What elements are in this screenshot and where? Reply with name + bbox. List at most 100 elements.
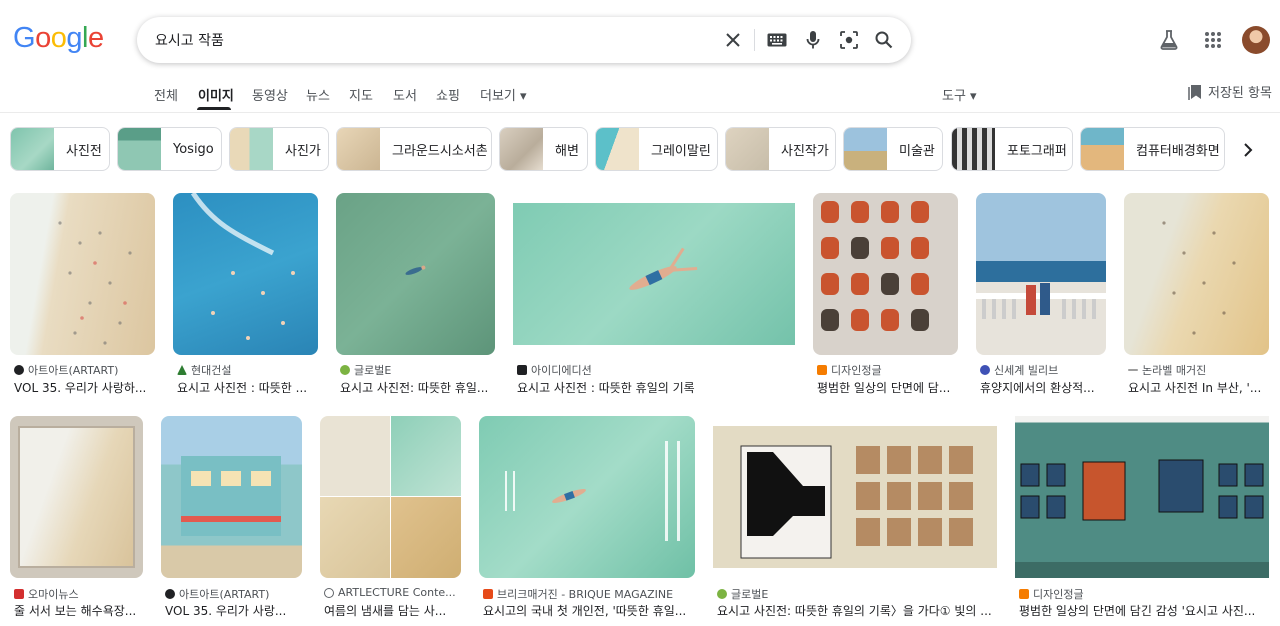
- result-title[interactable]: 줄 서서 보는 해수욕장...: [14, 602, 143, 619]
- result-source[interactable]: 디자인정글: [1019, 586, 1084, 602]
- tab-images[interactable]: 이미지: [198, 85, 234, 104]
- chip-photographer-en[interactable]: 포토그래퍼: [951, 127, 1073, 171]
- result-image-balcony-couple[interactable]: [976, 193, 1106, 355]
- result-source[interactable]: 오마이뉴스: [14, 586, 79, 602]
- result-title[interactable]: 요시고의 국내 첫 개인전, '따뜻한 휴일...: [483, 602, 695, 619]
- result-image-teal-gallery[interactable]: [1015, 416, 1269, 578]
- chip-label: 그라운드시소서촌: [392, 143, 488, 159]
- result-image-colorful-building[interactable]: [161, 416, 302, 578]
- favicon-icon: [717, 589, 727, 599]
- result-title[interactable]: 평범한 일상의 단면에 담...: [817, 379, 958, 396]
- clear-icon[interactable]: [721, 28, 745, 52]
- tab-books[interactable]: 도서: [393, 85, 417, 104]
- chevron-right-icon[interactable]: [1236, 138, 1260, 162]
- chip-wallpaper[interactable]: 컴퓨터배경화면: [1080, 127, 1225, 171]
- image-result[interactable]: 논라벨 매거진 요시고 사진전 In 부산, '...: [1124, 193, 1269, 396]
- result-title[interactable]: 휴양지에서의 환상적...: [980, 379, 1106, 396]
- chip-beach[interactable]: 해변: [499, 127, 588, 171]
- result-source[interactable]: 디자인정글: [817, 362, 882, 378]
- google-logo[interactable]: Google: [13, 22, 104, 55]
- result-title[interactable]: 요시고 사진전: 따뜻한 휴일의 기록〉을 가다① 빛의 ...: [717, 602, 997, 619]
- result-image-swimmer-turquoise[interactable]: [513, 193, 795, 355]
- divider: [0, 112, 1280, 113]
- result-source[interactable]: 아이디에디션: [517, 362, 592, 378]
- image-result[interactable]: 아트아트(ARTART) VOL 35. 우리가 사랑하...: [10, 193, 155, 396]
- image-result[interactable]: 글로벌E 요시고 사진전: 따뜻한 휴일의 기록〉을 가다① 빛의 ...: [713, 416, 997, 621]
- search-input[interactable]: [155, 17, 695, 63]
- image-result[interactable]: 디자인정글 평범한 일상의 단면에 담긴 감성 '요시고 사진...: [1015, 416, 1269, 621]
- search-icon[interactable]: [872, 28, 896, 52]
- source-name: 오마이뉴스: [28, 588, 79, 601]
- result-source[interactable]: 현대건설: [177, 362, 231, 378]
- image-result[interactable]: ARTLECTURE Conte... 여름의 냄새를 담는 사...: [320, 416, 461, 621]
- result-source[interactable]: 아트아트(ARTART): [165, 586, 269, 602]
- chip-thumbnail: [230, 128, 273, 170]
- result-source[interactable]: ARTLECTURE Conte...: [324, 586, 456, 599]
- chip-label: 사진전: [66, 143, 102, 159]
- result-image-sandy-beach[interactable]: [1124, 193, 1269, 355]
- image-result[interactable]: 아트아트(ARTART) VOL 35. 우리가 사랑...: [161, 416, 302, 621]
- image-result[interactable]: 아이디에디션 요시고 사진전 : 따뜻한 휴일의 기록: [513, 193, 795, 396]
- search-tabs: 전체 이미지 동영상 뉴스 지도 도서 쇼핑 더보기 ▾: [0, 80, 1280, 110]
- chip-photographer[interactable]: 사진가: [229, 127, 329, 171]
- avatar[interactable]: [1242, 26, 1270, 54]
- result-image-gallery-wall[interactable]: [713, 416, 997, 578]
- chip-thumbnail: [596, 128, 639, 170]
- result-title[interactable]: VOL 35. 우리가 사랑...: [165, 602, 302, 619]
- result-image-swimmers-waves[interactable]: [173, 193, 318, 355]
- labs-flask-icon[interactable]: [1157, 28, 1181, 52]
- result-source[interactable]: 글로벌E: [717, 586, 768, 602]
- chip-gray-malin[interactable]: 그레이말린: [595, 127, 718, 171]
- microphone-icon[interactable]: [801, 28, 825, 52]
- source-name: 디자인정글: [1033, 588, 1084, 601]
- image-result[interactable]: 글로벌E 요시고 사진전: 따뜻한 휴일...: [336, 193, 495, 396]
- chip-ground-seesaw[interactable]: 그라운드시소서촌: [336, 127, 492, 171]
- result-image-building-facade[interactable]: [813, 193, 958, 355]
- result-title[interactable]: 요시고 사진전 In 부산, '...: [1128, 379, 1269, 396]
- chip-label: 사진작가: [781, 143, 829, 159]
- chip-thumbnail: [500, 128, 543, 170]
- tab-news[interactable]: 뉴스: [306, 85, 330, 104]
- tools-button[interactable]: 도구 ▾: [942, 85, 977, 104]
- result-image-beach-crowd[interactable]: [10, 193, 155, 355]
- image-result[interactable]: 오마이뉴스 줄 서서 보는 해수욕장...: [10, 416, 143, 621]
- result-image-collage[interactable]: [320, 416, 461, 578]
- chip-label: 미술관: [899, 143, 935, 159]
- result-title[interactable]: 요시고 사진전: 따뜻한 휴일...: [340, 379, 495, 396]
- chip-yosigo[interactable]: Yosigo: [117, 127, 222, 171]
- image-result[interactable]: 현대건설 요시고 사진전 : 따뜻한 ...: [173, 193, 318, 396]
- chip-art-museum[interactable]: 미술관: [843, 127, 943, 171]
- tab-videos[interactable]: 동영상: [252, 85, 288, 104]
- chip-label: 해변: [555, 143, 579, 159]
- chip-photo-artist[interactable]: 사진작가: [725, 127, 836, 171]
- image-result[interactable]: 신세계 빌리브 휴양지에서의 환상적...: [976, 193, 1106, 396]
- favicon-icon: [340, 365, 350, 375]
- result-title[interactable]: 요시고 사진전 : 따뜻한 ...: [177, 379, 318, 396]
- result-source[interactable]: 브리크매거진 - BRIQUE MAGAZINE: [483, 586, 673, 602]
- keyboard-icon[interactable]: [765, 28, 789, 52]
- result-source[interactable]: 신세계 빌리브: [980, 362, 1058, 378]
- tab-maps[interactable]: 지도: [349, 85, 373, 104]
- saved-items-button[interactable]: 저장된 항목: [1188, 82, 1272, 101]
- result-source[interactable]: 아트아트(ARTART): [14, 362, 118, 378]
- image-result[interactable]: 브리크매거진 - BRIQUE MAGAZINE 요시고의 국내 첫 개인전, …: [479, 416, 695, 621]
- chip-thumbnail: [844, 128, 887, 170]
- result-source[interactable]: 글로벌E: [340, 362, 391, 378]
- source-name: 아이디에디션: [531, 364, 592, 377]
- tab-all[interactable]: 전체: [154, 85, 178, 104]
- result-title[interactable]: 요시고 사진전 : 따뜻한 휴일의 기록: [517, 379, 795, 396]
- result-title[interactable]: VOL 35. 우리가 사랑하...: [14, 379, 155, 396]
- result-image-poster-swimmer[interactable]: [479, 416, 695, 578]
- camera-lens-icon[interactable]: [837, 28, 861, 52]
- chip-photo-exhibition[interactable]: 사진전: [10, 127, 110, 171]
- result-image-green-water[interactable]: [336, 193, 495, 355]
- result-source[interactable]: 논라벨 매거진: [1128, 362, 1206, 378]
- favicon-icon: [483, 589, 493, 599]
- result-title[interactable]: 여름의 냄새를 담는 사...: [324, 602, 461, 619]
- image-result[interactable]: 디자인정글 평범한 일상의 단면에 담...: [813, 193, 958, 396]
- result-title[interactable]: 평범한 일상의 단면에 담긴 감성 '요시고 사진...: [1019, 602, 1269, 619]
- apps-grid-icon[interactable]: [1201, 28, 1225, 52]
- tab-shopping[interactable]: 쇼핑: [436, 85, 460, 104]
- result-image-framed-beach[interactable]: [10, 416, 143, 578]
- tab-more[interactable]: 더보기 ▾: [480, 85, 527, 104]
